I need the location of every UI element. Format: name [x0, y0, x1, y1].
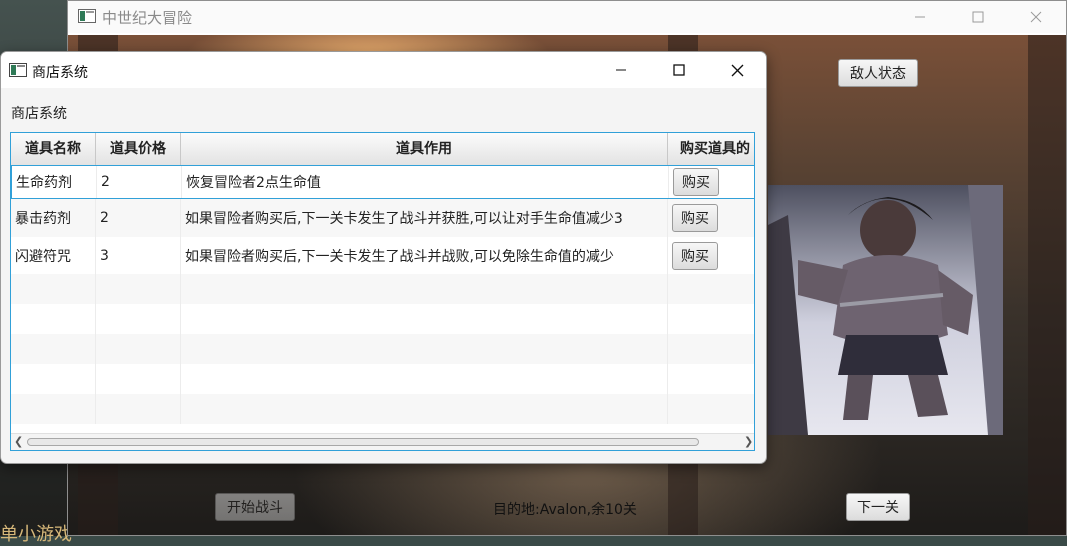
- close-icon: [731, 64, 743, 76]
- table-row[interactable]: 生命药剂 2 恢复冒险者2点生命值 购买: [11, 165, 754, 199]
- column-header-price[interactable]: 道具价格: [96, 133, 181, 165]
- minimize-button[interactable]: [892, 1, 948, 33]
- column-header-buy[interactable]: 购买道具的: [668, 133, 754, 165]
- buy-button[interactable]: 购买: [673, 168, 719, 196]
- item-name-cell: 闪避符咒: [11, 237, 96, 274]
- buy-button[interactable]: 购买: [672, 204, 718, 232]
- shop-dialog: 商店系统 商店系统 道具名称 道具价格 道具作用 购买道具的 生命药剂 2 恢复…: [0, 51, 767, 464]
- empty-row: [11, 394, 754, 424]
- column-header-effect[interactable]: 道具作用: [181, 133, 668, 165]
- table-row[interactable]: 暴击药剂 2 如果冒险者购买后,下一关卡发生了战斗并获胜,可以让对手生命值减少3…: [11, 199, 754, 237]
- next-level-button[interactable]: 下一关: [846, 493, 910, 521]
- close-button[interactable]: [1008, 1, 1064, 33]
- empty-row: [11, 304, 754, 334]
- item-price-cell: 2: [96, 199, 181, 237]
- enemy-image: [768, 185, 1003, 435]
- minimize-icon: [915, 16, 925, 18]
- maximize-icon: [972, 11, 984, 23]
- shop-titlebar[interactable]: 商店系统: [1, 52, 766, 88]
- column-header-name[interactable]: 道具名称: [11, 133, 96, 165]
- shop-window-title: 商店系统: [32, 65, 88, 81]
- empty-row: [11, 364, 754, 394]
- desktop-text: 单小游戏: [0, 524, 72, 545]
- shop-heading: 商店系统: [11, 106, 67, 122]
- table-row[interactable]: 闪避符咒 3 如果冒险者购买后,下一关卡发生了战斗并战败,可以免除生命值的减少 …: [11, 237, 754, 274]
- item-buy-cell: 购买: [668, 199, 754, 237]
- close-icon: [1030, 11, 1042, 23]
- shop-minimize-button[interactable]: [593, 52, 649, 88]
- scroll-right-icon[interactable]: ❯: [744, 435, 753, 448]
- destination-status: 目的地:Avalon,余10关: [493, 502, 637, 518]
- item-buy-cell: 购买: [668, 237, 754, 274]
- item-name-cell: 生命药剂: [12, 166, 97, 198]
- item-effect-cell: 恢复冒险者2点生命值: [182, 166, 669, 198]
- item-price-cell: 3: [96, 237, 181, 274]
- minimize-icon: [616, 69, 626, 71]
- shop-maximize-button[interactable]: [651, 52, 707, 88]
- main-titlebar[interactable]: 中世纪大冒险: [68, 1, 1066, 33]
- item-effect-cell: 如果冒险者购买后,下一关卡发生了战斗并获胜,可以让对手生命值减少3: [181, 199, 668, 237]
- scrollbar-thumb[interactable]: [27, 438, 699, 446]
- maximize-button[interactable]: [950, 1, 1006, 33]
- window-app-icon: [78, 9, 96, 27]
- empty-row: [11, 334, 754, 364]
- maximize-icon: [673, 64, 685, 76]
- item-name-cell: 暴击药剂: [11, 199, 96, 237]
- start-battle-button[interactable]: 开始战斗: [215, 493, 295, 521]
- horizontal-scrollbar[interactable]: ❮ ❯: [11, 433, 754, 450]
- tree-trunk: [1028, 35, 1066, 535]
- item-buy-cell: 购买: [669, 166, 754, 198]
- item-price-cell: 2: [97, 166, 182, 198]
- scroll-left-icon[interactable]: ❮: [14, 435, 23, 448]
- enemy-status-button[interactable]: 敌人状态: [838, 59, 918, 87]
- shop-close-button[interactable]: [709, 52, 765, 88]
- window-app-icon: [9, 63, 27, 81]
- item-effect-cell: 如果冒险者购买后,下一关卡发生了战斗并战败,可以免除生命值的减少: [181, 237, 668, 274]
- empty-row: [11, 274, 754, 304]
- main-window-title: 中世纪大冒险: [102, 9, 193, 27]
- buy-button[interactable]: 购买: [672, 241, 718, 270]
- table-header: 道具名称 道具价格 道具作用 购买道具的: [11, 133, 754, 166]
- shop-table: 道具名称 道具价格 道具作用 购买道具的 生命药剂 2 恢复冒险者2点生命值 购…: [10, 132, 755, 451]
